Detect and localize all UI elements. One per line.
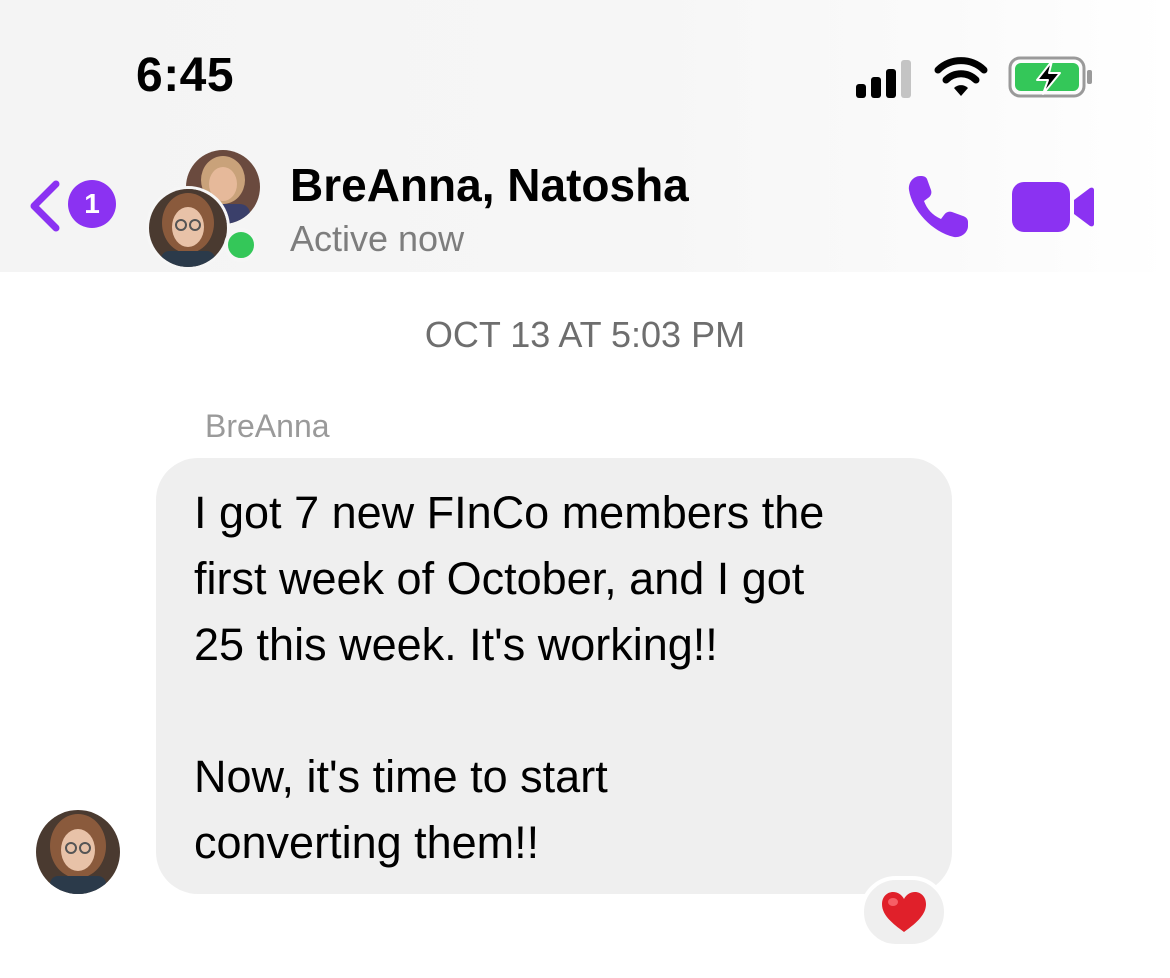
sender-avatar[interactable]: [36, 810, 120, 894]
message-timestamp: OCT 13 AT 5:03 PM: [424, 314, 746, 355]
message-text-line: 25 this week. It's working!!: [194, 619, 718, 670]
message-text-line: I got 7 new FInCo members the: [194, 487, 825, 538]
message-text-line: converting them!!: [194, 817, 540, 868]
message-bubble[interactable]: I got 7 new FInCo members the first week…: [156, 458, 952, 894]
status-time: 6:45: [136, 49, 235, 102]
heart-icon: [882, 892, 926, 932]
group-avatar[interactable]: [146, 150, 266, 270]
heart-reaction[interactable]: [860, 876, 948, 948]
back-button[interactable]: 1: [24, 176, 124, 236]
battery-charging-icon: [1008, 56, 1092, 98]
avatar-breanna: [146, 186, 230, 270]
wifi-icon: [934, 57, 988, 96]
online-status-dot: [224, 228, 258, 262]
messenger-chat-screen: 6:45 1 BreAnna, Natosha Active now OCT 1…: [0, 0, 1170, 978]
sender-name: BreAnna: [205, 408, 330, 444]
active-status: Active now: [290, 218, 465, 259]
phone-icon[interactable]: [906, 172, 972, 240]
video-camera-icon[interactable]: [1012, 180, 1094, 234]
unread-badge: 1: [68, 180, 116, 228]
conversation-title[interactable]: BreAnna, Natosha: [290, 158, 689, 212]
chevron-left-icon: [30, 180, 60, 232]
cellular-signal-icon: [856, 60, 911, 98]
message-text-line: first week of October, and I got: [194, 553, 805, 604]
message-text-line: Now, it's time to start: [194, 751, 608, 802]
